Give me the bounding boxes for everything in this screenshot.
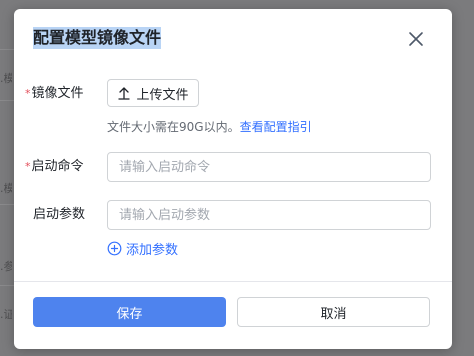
cancel-button[interactable]: 取消 [237,297,430,327]
add-param-label: 添加参数 [126,243,179,258]
add-param-button[interactable]: 添加参数 [107,239,178,258]
background-text: .参 [0,260,12,273]
required-mark: * [25,160,31,173]
start-command-input[interactable] [107,152,431,182]
required-mark: * [25,87,31,100]
config-image-dialog: 配置模型镜像文件 *镜像文件 上传文件 文件大小需在90G以内。查看配置指引 *… [14,9,452,349]
save-button[interactable]: 保存 [33,297,226,327]
file-size-hint-text: 文件大小需在90G以内。 [107,120,240,134]
start-params-input[interactable] [107,200,431,230]
close-button[interactable] [407,30,425,48]
background-text: .模 [0,72,12,85]
upload-button-label: 上传文件 [136,87,189,103]
start-command-label-text: 启动命令 [31,159,84,174]
close-icon [409,32,423,46]
upload-file-button[interactable]: 上传文件 [107,79,199,107]
background-text: .证 [0,308,12,321]
plus-circle-icon [107,241,122,256]
start-command-label: *启动命令 [25,158,84,176]
config-guide-link[interactable]: 查看配置指引 [240,120,312,134]
upload-icon [118,87,131,100]
dialog-title: 配置模型镜像文件 [33,27,162,49]
start-params-label: 启动参数 [33,207,86,222]
image-file-label-text: 镜像文件 [31,86,84,101]
background-text: .模 [0,182,12,195]
footer-divider [14,281,452,282]
file-size-hint: 文件大小需在90G以内。查看配置指引 [107,118,312,135]
image-file-label: *镜像文件 [25,85,84,103]
